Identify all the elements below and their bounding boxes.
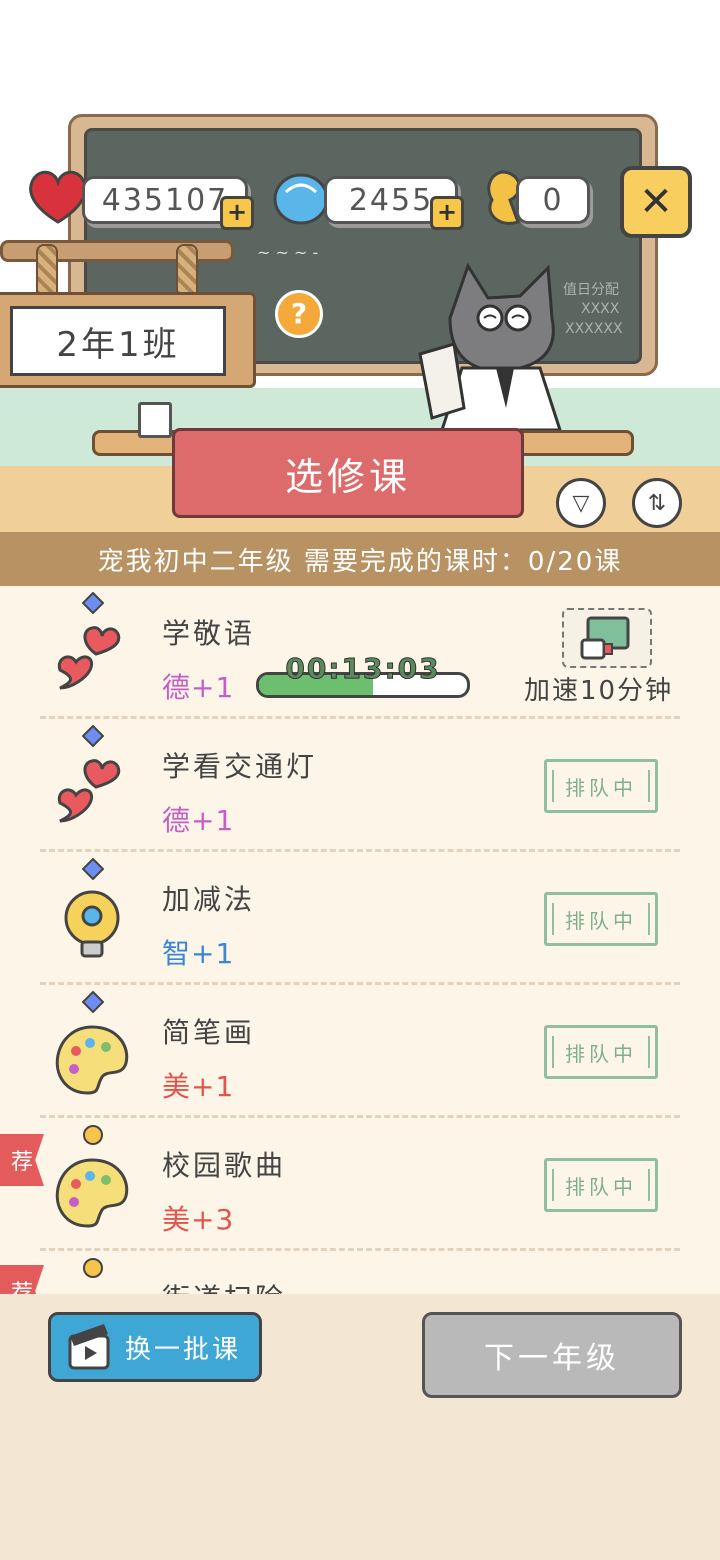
book-video-icon	[580, 616, 630, 660]
palette-icon	[55, 1025, 129, 1095]
heart-icon	[57, 759, 121, 823]
course-attribute: 美+3	[162, 1203, 235, 1236]
switch-courses-label: 换一批课	[124, 1334, 241, 1365]
elective-course-banner: 选修课	[172, 428, 524, 518]
next-grade-label: 下一年级	[484, 1341, 620, 1376]
course-attribute: 美+1	[162, 1070, 235, 1103]
rarity-gem-icon	[82, 858, 104, 880]
course-title: 简笔画	[162, 1016, 256, 1049]
course-row[interactable]: 加减法 智+1 排队中	[0, 852, 720, 985]
palette-icon	[55, 1158, 129, 1228]
sort-button[interactable]: ⇅	[632, 478, 682, 528]
course-row[interactable]: 简笔画 美+1 排队中	[0, 985, 720, 1118]
cup-icon	[138, 402, 172, 438]
energy-value: 0	[542, 182, 564, 218]
filter-button[interactable]: ▽	[556, 478, 606, 528]
course-row[interactable]: 学看交通灯 德+1 排队中	[0, 719, 720, 852]
close-icon: ✕	[639, 179, 673, 225]
course-row[interactable]: 荐 校园歌曲 美+3 排队中	[0, 1118, 720, 1251]
speed-up-label[interactable]: 加速10分钟	[524, 670, 673, 707]
video-clapper-icon	[68, 1324, 110, 1370]
close-button[interactable]: ✕	[620, 166, 692, 238]
course-row[interactable]: 荐 街道扫除	[0, 1251, 720, 1294]
add-gems-button[interactable]: +	[430, 196, 464, 230]
gem-currency-icon	[273, 173, 329, 225]
course-attribute: 德+1	[162, 804, 235, 837]
recommended-tag: 荐	[0, 1265, 44, 1294]
course-list[interactable]: 学敬语 德+1 00:13:03 加速10分钟 学看交通灯 德+1 排队中 加减…	[0, 586, 720, 1294]
speed-up-ticket-icon[interactable]	[562, 608, 652, 668]
banner-title: 选修课	[284, 454, 411, 499]
rarity-gem-icon	[82, 725, 104, 747]
hearts-value: 435107	[101, 182, 229, 218]
next-grade-button[interactable]: 下一年级	[422, 1312, 682, 1398]
energy-counter: 0	[516, 176, 590, 224]
queue-status-stamp: 排队中	[544, 1158, 658, 1212]
class-name-label: 2年1班	[10, 306, 226, 376]
board-note: XXXX	[581, 301, 620, 317]
queue-status-stamp: 排队中	[544, 892, 658, 946]
course-title: 街道扫除	[162, 1277, 286, 1294]
rarity-gem-icon	[82, 991, 104, 1013]
queue-status-stamp: 排队中	[544, 1025, 658, 1079]
heart-icon	[57, 626, 121, 690]
lightbulb-icon	[64, 890, 120, 958]
lesson-progress-text: 宠我初中二年级 需要完成的课时：0/20课	[97, 546, 623, 577]
rarity-flower-icon	[83, 1125, 103, 1145]
wolf-teacher	[418, 262, 562, 430]
course-title: 校园歌曲	[162, 1149, 287, 1182]
class-name-text: 2年1班	[56, 324, 180, 365]
sort-icon: ⇅	[647, 490, 667, 516]
filter-icon: ▽	[572, 490, 590, 516]
course-title: 学看交通灯	[162, 750, 318, 783]
course-timer-text: 00:13:03	[285, 652, 441, 686]
course-row[interactable]: 学敬语 德+1 00:13:03 加速10分钟	[0, 586, 720, 719]
help-button[interactable]: ?	[275, 290, 323, 338]
course-attribute: 德+1	[162, 671, 235, 704]
course-title: 加减法	[162, 883, 256, 916]
board-scribble: ~ ~ ~ -	[257, 243, 319, 262]
rarity-gem-icon	[82, 592, 104, 614]
add-hearts-button[interactable]: +	[220, 196, 254, 230]
lesson-progress-bar: 宠我初中二年级 需要完成的课时：0/20课	[0, 532, 720, 586]
rarity-flower-icon	[83, 1258, 103, 1278]
course-title: 学敬语	[162, 617, 256, 650]
gems-value: 2455	[348, 182, 434, 218]
queue-status-stamp: 排队中	[544, 759, 658, 813]
heart-currency-icon	[29, 170, 87, 224]
course-attribute: 智+1	[162, 937, 235, 970]
recommended-tag: 荐	[0, 1134, 44, 1186]
